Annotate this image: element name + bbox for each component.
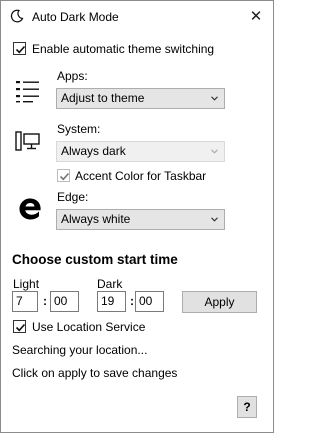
chevron-down-icon xyxy=(211,96,218,101)
close-button[interactable]: ✕ xyxy=(239,1,273,31)
system-select[interactable]: Always dark xyxy=(56,141,225,162)
title-bar: Auto Dark Mode ✕ xyxy=(1,1,273,32)
chevron-down-icon xyxy=(211,217,218,222)
apps-select-value: Adjust to theme xyxy=(61,91,145,105)
apps-select[interactable]: Adjust to theme xyxy=(56,88,225,109)
apply-button[interactable]: Apply xyxy=(182,291,257,313)
enable-switching-label[interactable]: Enable automatic theme switching xyxy=(32,42,214,56)
light-time-separator: : xyxy=(43,294,47,308)
light-hour-input[interactable]: 7 xyxy=(12,291,38,312)
location-status: Searching your location... xyxy=(12,343,148,357)
edge-icon xyxy=(18,197,42,224)
system-select-value: Always dark xyxy=(61,144,126,158)
dark-time-separator: : xyxy=(130,294,134,308)
check-icon xyxy=(59,172,70,181)
list-icon xyxy=(15,78,41,107)
enable-switching-checkbox[interactable] xyxy=(13,42,26,55)
window-title: Auto Dark Mode xyxy=(32,10,119,24)
check-icon xyxy=(15,323,26,332)
location-label[interactable]: Use Location Service xyxy=(32,320,145,334)
app-window: Auto Dark Mode ✕ Enable automatic theme … xyxy=(0,0,274,433)
light-label: Light xyxy=(13,277,40,291)
custom-time-heading: Choose custom start time xyxy=(12,252,178,267)
save-hint: Click on apply to save changes xyxy=(12,366,178,380)
dark-minute-input[interactable]: 00 xyxy=(135,291,164,312)
close-icon: ✕ xyxy=(249,8,263,25)
light-minute-input[interactable]: 00 xyxy=(50,291,79,312)
edge-select-value: Always white xyxy=(61,212,131,226)
edge-label: Edge: xyxy=(57,190,89,204)
system-label: System: xyxy=(57,122,101,136)
accent-label[interactable]: Accent Color for Taskbar xyxy=(75,169,206,183)
accent-checkbox[interactable] xyxy=(57,169,70,182)
help-button[interactable]: ? xyxy=(237,396,257,418)
apps-label: Apps: xyxy=(57,69,88,83)
chevron-down-icon xyxy=(211,149,218,154)
check-icon xyxy=(15,45,26,54)
location-checkbox[interactable] xyxy=(13,320,26,333)
dark-hour-input[interactable]: 19 xyxy=(97,291,126,312)
dark-label: Dark xyxy=(97,277,123,291)
edge-select[interactable]: Always white xyxy=(56,209,225,230)
computer-icon xyxy=(15,131,41,156)
moon-icon xyxy=(10,9,24,23)
